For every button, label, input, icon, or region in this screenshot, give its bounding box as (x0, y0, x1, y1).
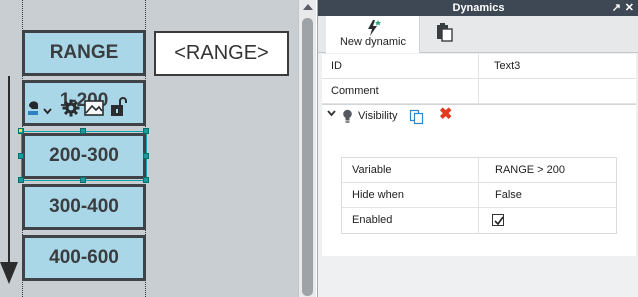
down-arrow-line (8, 76, 10, 266)
dynamics-panel: Dynamics ↗ ✕ New dynamic ID Text3 Commen… (317, 0, 638, 297)
tab-paste-dynamic[interactable] (436, 22, 458, 46)
resize-handle-sw[interactable] (18, 177, 24, 183)
visibility-properties-table: Variable RANGE > 200 Hide when False Ena… (341, 157, 617, 234)
visibility-label: Visibility (358, 110, 398, 122)
visibility-key: Variable (352, 164, 392, 176)
copy-icon[interactable] (409, 109, 425, 128)
design-canvas[interactable]: RANGE <RANGE> 1-200 200-300 300-400 400-… (0, 0, 298, 297)
chevron-down-icon[interactable] (327, 109, 336, 120)
scrollbar-thumb[interactable] (302, 18, 313, 296)
image-icon[interactable] (84, 100, 104, 121)
visibility-row-enabled: Enabled (342, 208, 616, 233)
down-arrow-icon (0, 262, 18, 284)
range-value: 300-400 (49, 196, 119, 217)
enabled-checkbox[interactable] (492, 214, 504, 226)
visibility-header[interactable]: Visibility ✖ (322, 105, 636, 129)
range-header-label: RANGE (49, 42, 119, 63)
property-row-comment: Comment (322, 79, 636, 104)
panel-footer-area (322, 256, 636, 297)
visibility-row-hide-when: Hide when False (342, 183, 616, 208)
range-text-3[interactable]: 300-400 (22, 184, 146, 230)
range-value: 400-600 (49, 247, 119, 268)
selection-frame (21, 131, 147, 181)
resize-handle-n[interactable] (80, 128, 86, 134)
range-header-text[interactable]: RANGE (22, 30, 146, 76)
close-icon[interactable]: ✕ (625, 1, 634, 15)
checkmark-icon (494, 216, 504, 226)
tab-new-dynamic-label: New dynamic (339, 36, 407, 48)
hide-when-field[interactable]: False (478, 183, 618, 208)
panel-title: Dynamics (452, 2, 505, 14)
property-key: ID (331, 60, 342, 72)
gear-icon[interactable] (62, 99, 80, 122)
range-text-4[interactable]: 400-600 (22, 235, 146, 281)
variable-field[interactable]: RANGE > 200 (478, 158, 618, 183)
range-expression-text[interactable]: <RANGE> (154, 31, 289, 76)
enabled-cell (478, 208, 618, 233)
resize-handle-s[interactable] (80, 177, 86, 183)
resize-handle-ne[interactable] (143, 128, 149, 134)
resize-handle-se[interactable] (143, 177, 149, 183)
visibility-row-variable: Variable RANGE > 200 (342, 158, 616, 183)
pin-icon[interactable]: ↗ (612, 1, 621, 15)
properties-table: ID Text3 Comment (322, 54, 636, 104)
scroll-up-icon[interactable] (303, 4, 313, 10)
range-expression-label: <RANGE> (174, 42, 269, 64)
delete-icon[interactable]: ✖ (439, 107, 452, 123)
visibility-dynamic-section: Visibility ✖ Variable RANGE > 200 Hide w… (322, 104, 636, 256)
resize-handle-e[interactable] (143, 153, 149, 159)
resize-handle-w[interactable] (18, 153, 24, 159)
lightbulb-icon (342, 109, 353, 127)
clipboard-icon (436, 23, 454, 46)
dropdown-chevron-icon[interactable] (43, 102, 52, 120)
panel-tab-bar: New dynamic (318, 16, 638, 53)
anchor-marker (19, 129, 22, 132)
tab-new-dynamic[interactable]: New dynamic (326, 16, 420, 53)
panel-title-bar: Dynamics ↗ ✕ (318, 0, 638, 16)
comment-field[interactable] (478, 79, 636, 104)
element-mini-toolbar (26, 95, 134, 121)
visibility-key: Hide when (352, 189, 404, 201)
lock-open-icon[interactable] (110, 96, 128, 123)
id-field[interactable]: Text3 (478, 54, 636, 79)
property-key: Comment (331, 85, 379, 97)
canvas-vertical-scrollbar[interactable] (298, 0, 316, 297)
property-row-id: ID Text3 (322, 54, 636, 79)
visibility-key: Enabled (352, 214, 393, 226)
bubble-icon[interactable] (26, 97, 42, 122)
